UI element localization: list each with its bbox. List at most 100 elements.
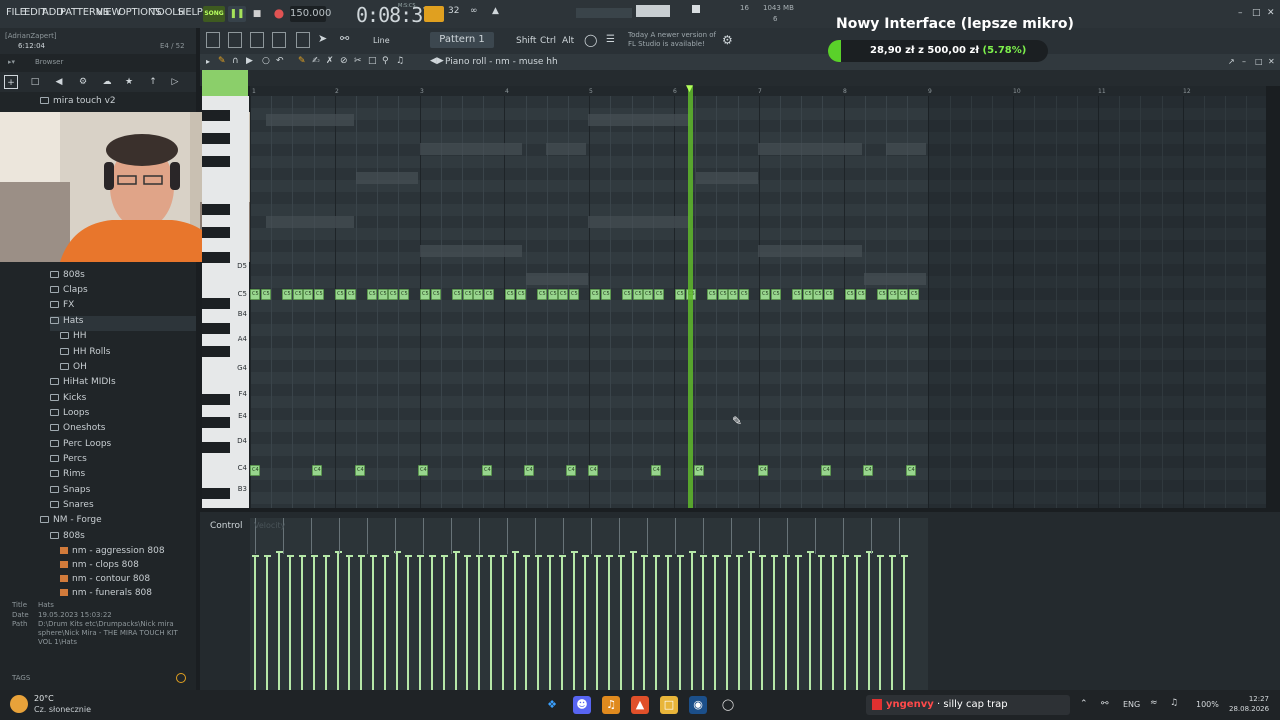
velocity-handle[interactable]	[311, 555, 318, 557]
velocity-handle[interactable]	[877, 555, 884, 557]
velocity-bar[interactable]	[868, 552, 870, 690]
metronome-icon[interactable]: ▲	[492, 6, 508, 22]
black-key[interactable]	[202, 227, 230, 238]
pr-close-icon[interactable]: ✕	[1268, 57, 1275, 66]
input-language[interactable]: ENG	[1123, 700, 1140, 709]
tree-folder-item[interactable]: Rims	[50, 469, 85, 484]
velocity-handle[interactable]	[712, 555, 719, 557]
velocity-bar[interactable]	[691, 552, 693, 690]
tree-folder-item[interactable]: Perc Loops	[50, 439, 111, 454]
pencil-tool-icon[interactable]: ✎	[218, 56, 226, 66]
tree-folder-item[interactable]: HiHat MIDIs	[50, 377, 116, 392]
delete-tool-icon[interactable]: ✗	[326, 56, 334, 66]
record-icon[interactable]: ●	[272, 6, 286, 22]
piano-roll-icon[interactable]	[228, 32, 242, 48]
velocity-handle[interactable]	[582, 555, 589, 557]
piano-roll-menu-icon[interactable]: ▸	[206, 57, 210, 66]
midi-note[interactable]: C4	[566, 465, 576, 476]
windows-start-icon[interactable]: ❖	[543, 696, 561, 714]
velocity-bar[interactable]	[455, 552, 457, 690]
browser-nav-icon[interactable]: ▸▾	[8, 58, 15, 66]
channel-rack-icon[interactable]	[250, 32, 264, 48]
discord-icon[interactable]: ☻	[573, 696, 591, 714]
velocity-bar[interactable]	[502, 556, 504, 690]
velocity-handle[interactable]	[571, 551, 578, 553]
minimize-icon[interactable]: –	[1238, 8, 1243, 18]
velocity-bar[interactable]	[490, 556, 492, 690]
countdown-icon[interactable]: 3​2	[448, 6, 464, 22]
velocity-bar[interactable]	[313, 556, 315, 690]
midi-note[interactable]: C5	[463, 289, 473, 300]
tree-file-item[interactable]: nm - contour 808	[60, 574, 150, 589]
velocity-handle[interactable]	[594, 555, 601, 557]
velocity-handle[interactable]	[370, 555, 377, 557]
alt-key-label[interactable]: Alt	[562, 36, 574, 46]
velocity-bar[interactable]	[620, 556, 622, 690]
magnet-icon[interactable]: ∩	[232, 56, 239, 66]
velocity-lane[interactable]	[250, 518, 928, 690]
menu-help[interactable]: HELP	[178, 7, 203, 18]
velocity-bar[interactable]	[407, 556, 409, 690]
browser-pin-icon[interactable]: ↑	[146, 75, 160, 89]
midi-note[interactable]: C5	[888, 289, 898, 300]
pr-detach-icon[interactable]: ↗	[1228, 57, 1235, 66]
undo-icon[interactable]: ↶	[276, 56, 284, 66]
velocity-bar[interactable]	[301, 556, 303, 690]
black-key[interactable]	[202, 442, 230, 453]
system-clock[interactable]: 12:27 28.08.2026	[1229, 694, 1269, 714]
velocity-handle[interactable]	[736, 555, 743, 557]
black-key[interactable]	[202, 417, 230, 428]
velocity-handle[interactable]	[488, 555, 495, 557]
tree-folder-item[interactable]: Oneshots	[50, 423, 105, 438]
velocity-bar[interactable]	[667, 556, 669, 690]
tree-folder-item[interactable]: Snares	[50, 500, 94, 515]
velocity-bar[interactable]	[561, 556, 563, 690]
tray-chevron-icon[interactable]: ⌃	[1080, 699, 1088, 709]
paint-tool-icon[interactable]: ✍	[312, 56, 320, 66]
pause-icon[interactable]: ❚❚	[228, 6, 246, 22]
browser-tag-icon[interactable]: ▷	[168, 75, 182, 89]
velocity-bar[interactable]	[643, 556, 645, 690]
tree-folder-item[interactable]: Snaps	[50, 485, 90, 500]
velocity-bar[interactable]	[360, 556, 362, 690]
midi-note[interactable]: C5	[856, 289, 866, 300]
velocity-handle[interactable]	[405, 555, 412, 557]
midi-note[interactable]: C5	[505, 289, 515, 300]
snap-select[interactable]: Line	[373, 36, 390, 45]
tree-folder-item[interactable]: Claps	[50, 285, 88, 300]
midi-note[interactable]: C5	[537, 289, 547, 300]
velocity-handle[interactable]	[252, 555, 259, 557]
black-key[interactable]	[202, 204, 230, 215]
zoom-handle[interactable]	[202, 70, 248, 96]
pattern-song-toggle-icon[interactable]	[424, 6, 444, 22]
black-key[interactable]	[202, 323, 230, 334]
midi-note[interactable]: C5	[250, 289, 260, 300]
midi-note[interactable]: C4	[906, 465, 916, 476]
playhead[interactable]	[688, 86, 693, 508]
tree-folder-item[interactable]: OH	[60, 362, 87, 377]
velocity-bar[interactable]	[632, 552, 634, 690]
velocity-bar[interactable]	[384, 556, 386, 690]
velocity-handle[interactable]	[665, 555, 672, 557]
midi-note[interactable]: C5	[367, 289, 377, 300]
midi-note[interactable]: C4	[250, 465, 260, 476]
velocity-handle[interactable]	[512, 551, 519, 553]
velocity-bar[interactable]	[337, 552, 339, 690]
midi-note[interactable]: C5	[452, 289, 462, 300]
piano-keyboard[interactable]: D5 C5 B4 A4 G4 F4 E4 D4 C4 B3	[202, 96, 249, 508]
midi-note[interactable]: C5	[803, 289, 813, 300]
ctrl-key-label[interactable]: Ctrl	[540, 36, 556, 46]
velocity-bar[interactable]	[596, 556, 598, 690]
velocity-bar[interactable]	[738, 556, 740, 690]
tree-folder-item[interactable]: Percs	[50, 454, 87, 469]
weather-description[interactable]: Cz. słonecznie	[34, 705, 91, 714]
velocity-handle[interactable]	[807, 551, 814, 553]
wifi-icon[interactable]: ≈	[1150, 698, 1158, 708]
velocity-handle[interactable]	[358, 555, 365, 557]
midi-note[interactable]: C5	[877, 289, 887, 300]
velocity-bar[interactable]	[726, 556, 728, 690]
midi-note[interactable]: C5	[346, 289, 356, 300]
record-note-icon[interactable]: ○	[262, 56, 270, 66]
velocity-bar[interactable]	[702, 556, 704, 690]
black-key[interactable]	[202, 156, 230, 167]
